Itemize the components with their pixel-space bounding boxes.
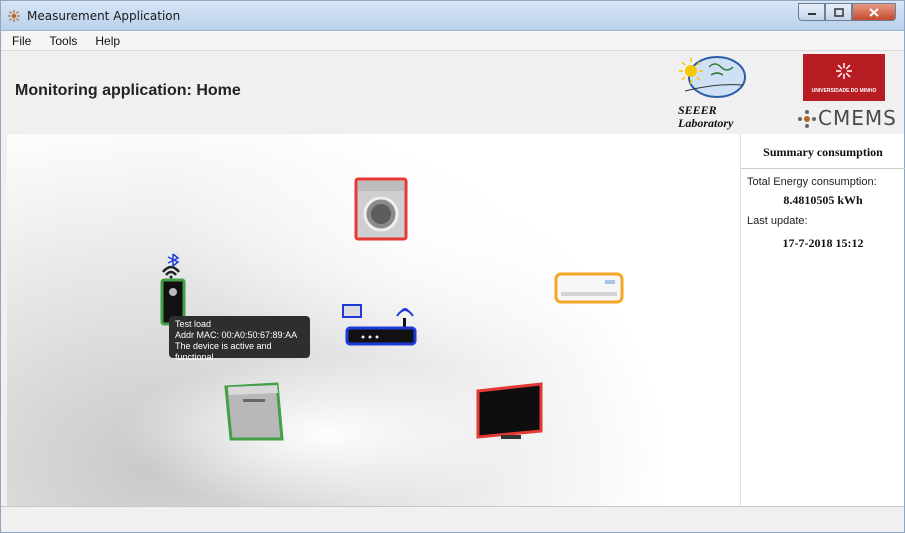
wifi-icon (162, 265, 180, 279)
last-update-value: 17-7-2018 15:12 (782, 236, 864, 250)
home-floor-canvas: Test load Addr MAC: 00:A0:50:67:89:AA Th… (7, 134, 740, 506)
window-controls (798, 3, 896, 21)
seeer-label-line2: Laboratory (678, 116, 734, 130)
app-icon (8, 10, 20, 22)
television-device[interactable] (475, 381, 545, 445)
air-conditioner-device[interactable] (553, 270, 625, 306)
maximize-icon (833, 7, 844, 17)
menu-help[interactable]: Help (92, 34, 123, 48)
title-bar[interactable]: Measurement Application (1, 1, 904, 31)
energy-label: Total Energy consumption: (747, 176, 877, 188)
summary-title: Summary consumption (763, 145, 883, 159)
dishwasher-device[interactable] (223, 381, 285, 443)
tooltip-mac-address: Addr MAC: 00:A0:50:67:89:AA (175, 330, 298, 340)
close-button[interactable] (852, 3, 896, 21)
status-bar (1, 506, 904, 532)
uminho-label: UNIVERSIDADE DO MINHO (811, 88, 877, 94)
uminho-logo: UNIVERSIDADE DO MINHO (803, 54, 885, 101)
menu-file[interactable]: File (9, 34, 34, 48)
window-title: Measurement Application (27, 9, 181, 23)
close-icon (869, 7, 879, 17)
router-device[interactable] (337, 302, 421, 348)
cmems-logo: CMEMS (796, 106, 896, 131)
minimize-button[interactable] (798, 3, 825, 21)
cmems-emblem-icon (798, 110, 816, 128)
sun-icon (679, 58, 703, 84)
tooltip-device-name: Test load (175, 319, 212, 329)
cmems-label: CMEMS (818, 106, 897, 130)
tooltip-status: The device is active and functional (175, 341, 272, 362)
device-tooltip: Test load Addr MAC: 00:A0:50:67:89:AA Th… (169, 316, 310, 362)
washing-machine-device[interactable] (353, 176, 409, 242)
minimize-icon (807, 13, 816, 15)
maximize-button[interactable] (825, 3, 852, 21)
summary-panel: Summary consumption Total Energy consump… (740, 134, 905, 506)
uminho-emblem-icon (836, 63, 852, 79)
summary-divider (741, 168, 905, 169)
menu-bar: File Tools Help (1, 31, 904, 51)
header: Monitoring application: Home SEEER Labor… (1, 51, 904, 134)
seeer-logo (679, 56, 746, 98)
energy-value: 8.4810505 kWh (783, 193, 863, 207)
bluetooth-icon (167, 253, 180, 268)
page-title: Monitoring application: Home (15, 82, 241, 99)
seeer-laboratory-label: SEEER Laboratory (678, 104, 733, 130)
app-window: Measurement Application File Tools Help … (0, 0, 905, 533)
last-update-label: Last update: (747, 215, 808, 227)
menu-tools[interactable]: Tools (46, 34, 80, 48)
